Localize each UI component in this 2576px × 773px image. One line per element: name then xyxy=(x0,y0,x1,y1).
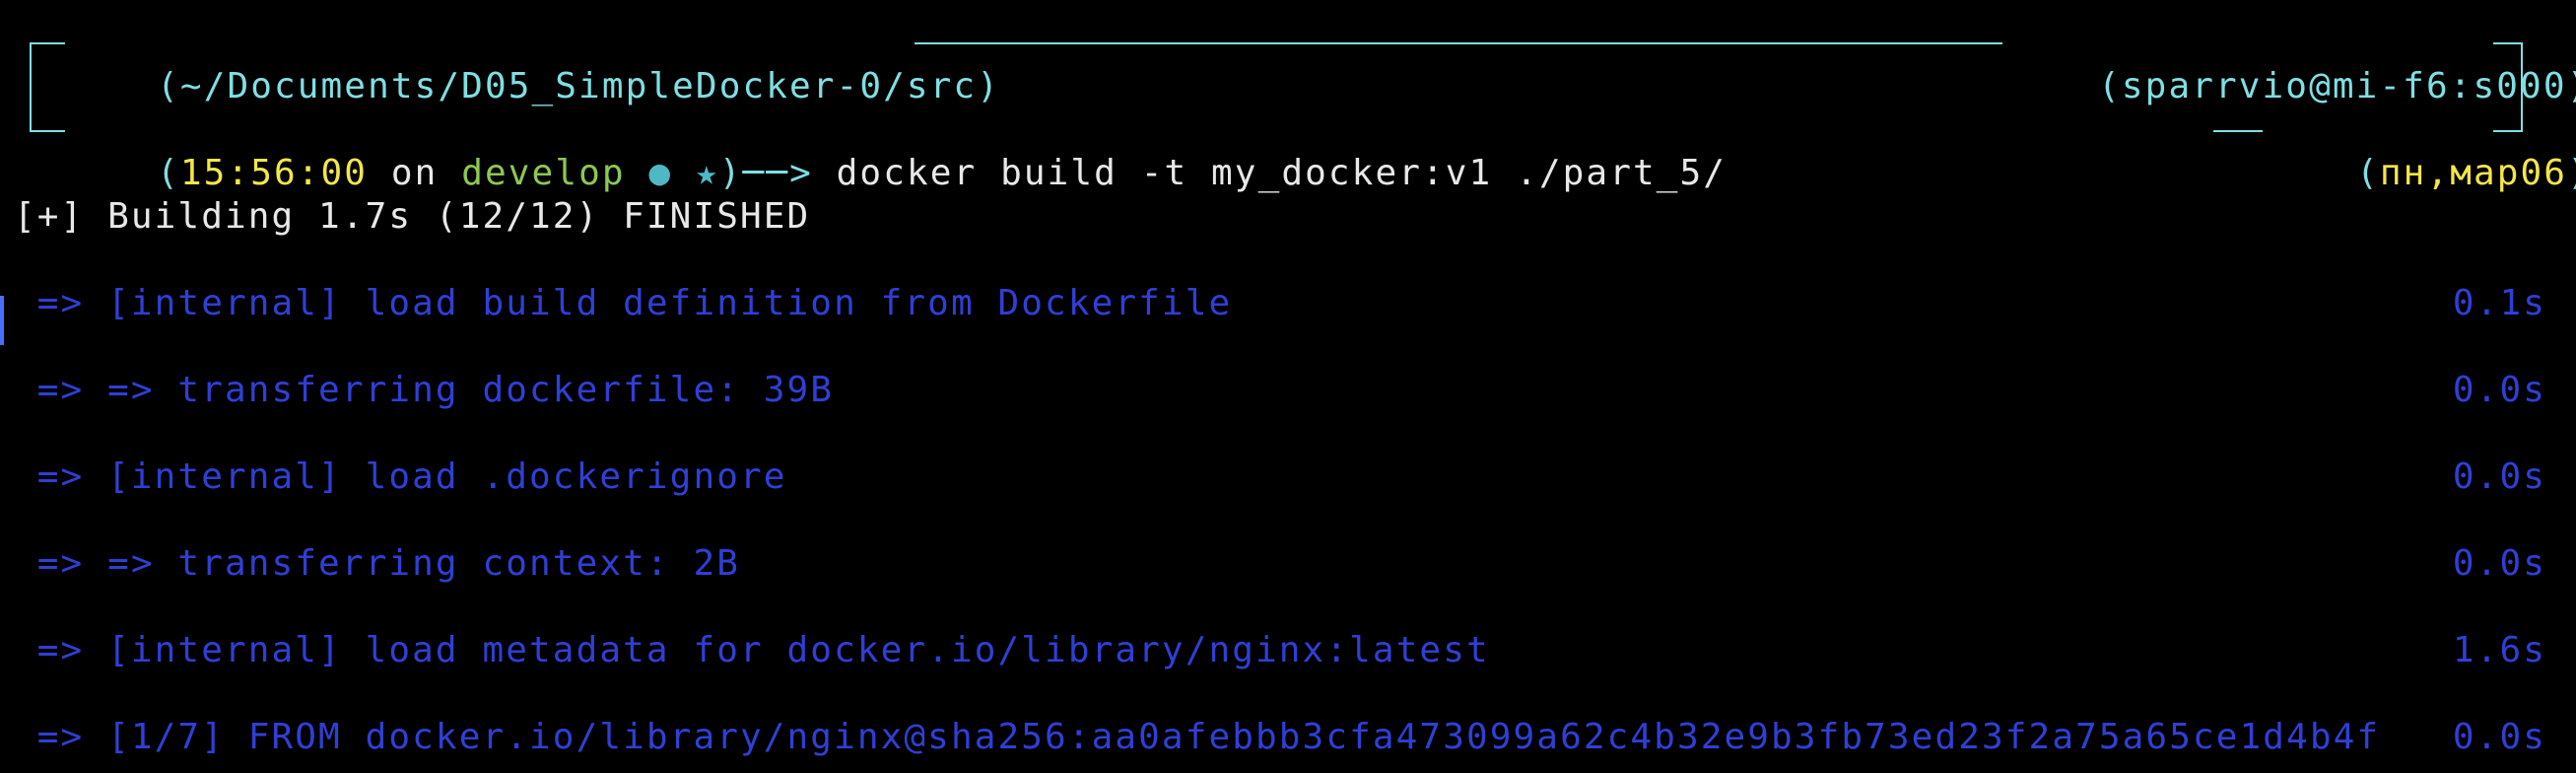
paren-close: ) xyxy=(977,66,1000,106)
prompt-command[interactable]: docker build -t my_docker:v1 ./part_5/ xyxy=(837,153,1727,193)
frame-top-left-rule xyxy=(30,42,65,44)
build-step-time: 0.0s xyxy=(2452,370,2546,410)
frame-bottom-end-rule xyxy=(2493,130,2523,132)
paren-open: ( xyxy=(157,66,180,106)
frame-top-middle-rule xyxy=(915,42,2002,44)
prompt-on-word: on xyxy=(390,153,439,193)
build-step-time: 0.0s xyxy=(2452,543,2546,584)
frame-left-vertical xyxy=(30,43,32,132)
prompt-arrow-icon: ──> xyxy=(742,153,813,193)
paren-open-date: ( xyxy=(2356,153,2380,193)
build-step-time: 0.0s xyxy=(2452,717,2546,757)
prompt-user-host: sparrvio@mi-f6:s000 xyxy=(2121,66,2567,106)
frame-bottom-right-rule xyxy=(2213,130,2263,132)
prompt-command-line: (15:56:00 on develop ● ★)──> docker buil… xyxy=(63,108,1727,193)
build-step: => [1/7] FROM docker.io/library/nginx@sh… xyxy=(14,717,2381,757)
build-step-time: 0.1s xyxy=(2452,283,2546,323)
frame-top-right-rule xyxy=(2493,42,2523,44)
prompt-userhost-line: (sparrvio@mi-f6:s000) xyxy=(2004,22,2576,106)
build-step: => [internal] load metadata for docker.i… xyxy=(14,630,1490,670)
git-star-icon: ★ xyxy=(695,153,719,193)
build-step: => => transferring dockerfile: 39B xyxy=(14,370,835,410)
paren-close-time: ) xyxy=(718,153,743,193)
build-step: => => transferring context: 2B xyxy=(14,543,740,584)
build-step-time: 1.6s xyxy=(2452,630,2546,670)
build-step: => [internal] load .dockerignore xyxy=(14,457,787,497)
paren-open-time: ( xyxy=(157,153,180,193)
frame-bottom-left-rule xyxy=(30,130,65,132)
git-dirty-dot-icon: ● xyxy=(648,153,673,193)
paren-close-date: ) xyxy=(2567,153,2576,193)
prompt-path: ~/Documents/D05_SimpleDocker-0/src xyxy=(179,66,978,106)
prompt-path-line: (~/Documents/D05_SimpleDocker-0/src) xyxy=(63,22,1000,106)
build-header: [+] Building 1.7s (12/12) FINISHED xyxy=(14,196,811,237)
prompt-date-line: (пн,мар06) xyxy=(2263,108,2576,193)
prompt-time: 15:56:00 xyxy=(179,153,369,193)
left-edge-marker xyxy=(0,296,4,345)
paren-open-right: ( xyxy=(2098,66,2122,106)
paren-close-right: ) xyxy=(2567,66,2576,106)
prompt-branch: develop xyxy=(461,153,626,193)
prompt-date: пн,мар06 xyxy=(2379,153,2568,193)
build-step: => [internal] load build definition from… xyxy=(14,283,1233,323)
build-step-time: 0.0s xyxy=(2452,457,2546,497)
